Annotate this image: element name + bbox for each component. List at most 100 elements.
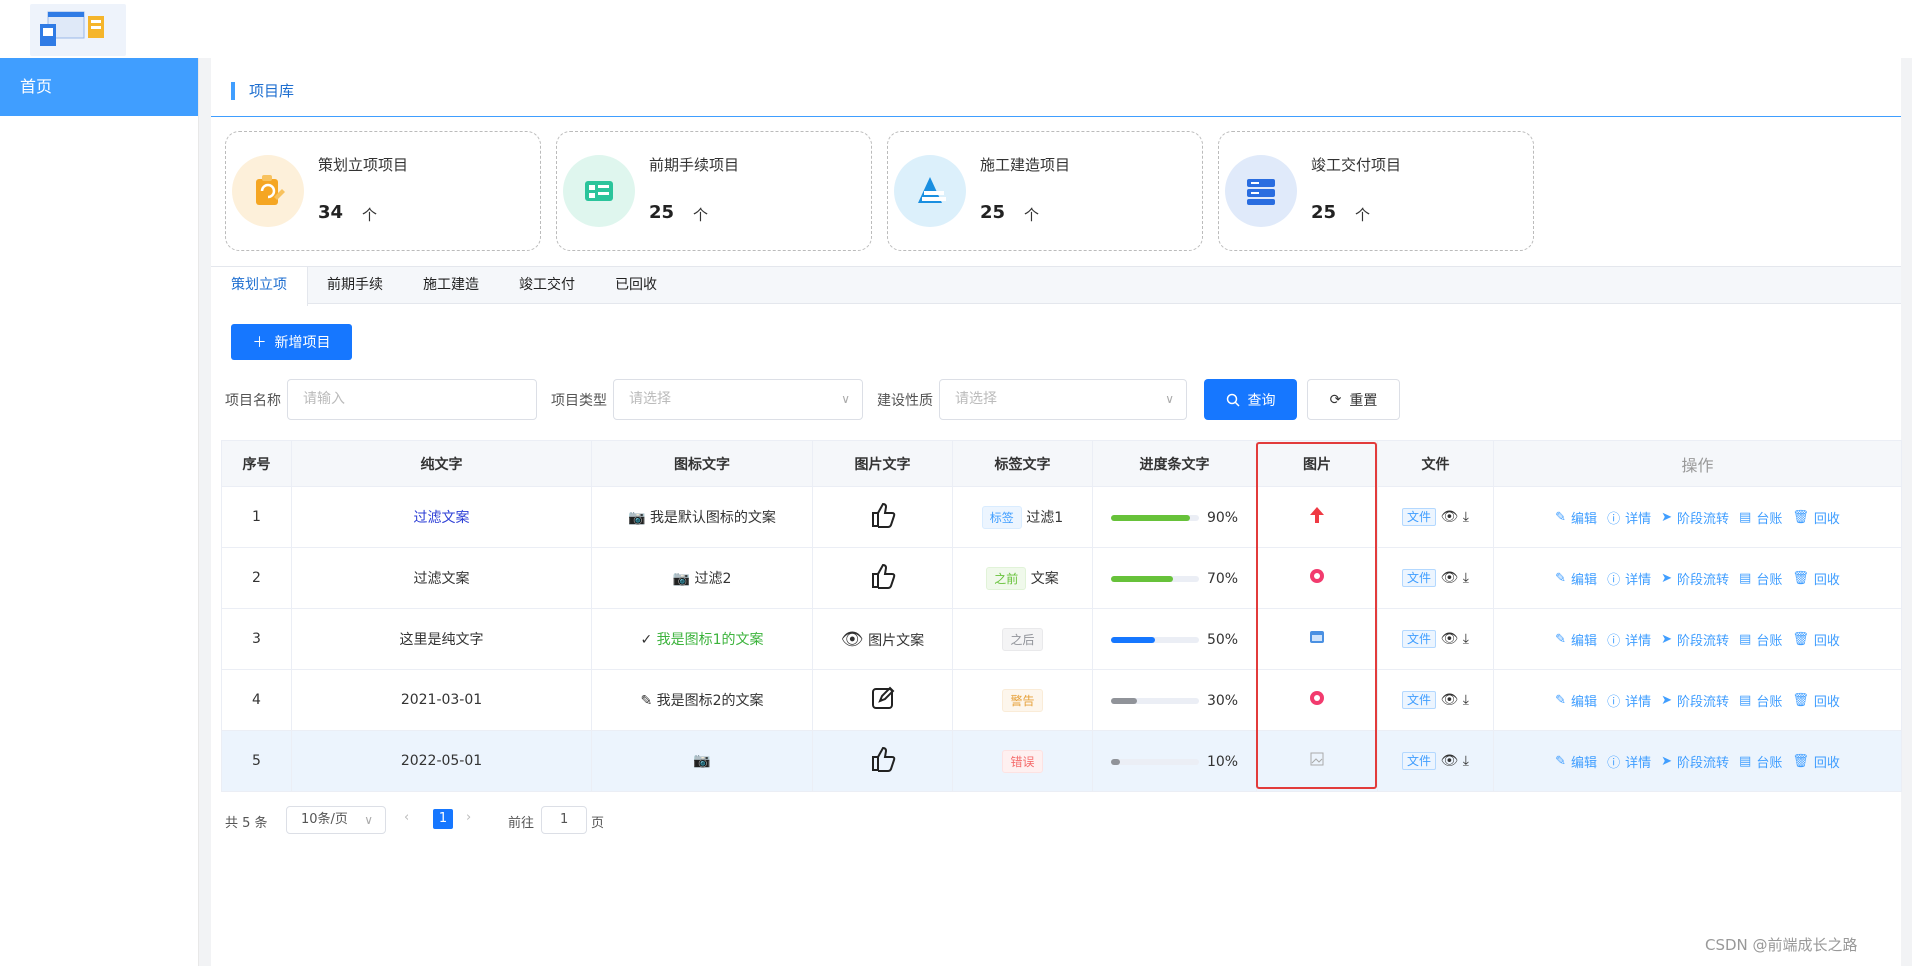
recycle-button[interactable]: 🗑 回收 [1792,752,1840,771]
recycle-button[interactable]: 🗑 回收 [1792,569,1840,588]
file-tag[interactable]: 文件 [1402,630,1437,648]
download-icon[interactable]: ⤓ [1463,692,1469,708]
detail-button[interactable]: ⓘ 详情 [1607,691,1651,710]
ledger-button[interactable]: ▤ 台账 [1739,630,1782,649]
edit-icon: ✎ [1555,570,1567,586]
info-icon: ⓘ [1607,694,1621,710]
tag-cell: 之后 [952,608,1093,670]
stat-unit: 个 [1024,206,1040,224]
construction-nature-select[interactable]: 请选择 ∨ [939,379,1187,420]
stage-transfer-button[interactable]: ➤ 阶段流转 [1661,630,1729,649]
stage-transfer-button[interactable]: ➤ 阶段流转 [1661,752,1729,771]
text-link[interactable]: 过滤文案 [414,510,470,526]
eye-icon[interactable]: 👁 [1441,631,1459,647]
tab-recycled[interactable]: 已回收 [595,267,677,305]
query-button[interactable]: 查询 [1204,379,1297,420]
stage-transfer-button[interactable]: ➤ 阶段流转 [1661,691,1729,710]
detail-button[interactable]: ⓘ 详情 [1607,752,1651,771]
stage-transfer-button[interactable]: ➤ 阶段流转 [1661,569,1729,588]
actions-cell: ✎ 编辑 ⓘ 详情 ➤ 阶段流转 ▤ 台账 🗑 回收 [1493,669,1902,731]
edit-icon: ✎ [1555,509,1567,525]
ledger-button[interactable]: ▤ 台账 [1739,508,1782,527]
file-tag[interactable]: 文件 [1402,691,1437,709]
eye-icon[interactable]: 👁 [1441,753,1459,769]
info-icon: ⓘ [1607,755,1621,771]
reset-button[interactable]: ⟳ 重置 [1307,379,1400,420]
tag-extra: 文案 [1030,570,1059,587]
edit-button[interactable]: ✎ 编辑 [1555,630,1597,649]
ledger-button[interactable]: ▤ 台账 [1739,569,1782,588]
eye-icon[interactable]: 👁 [1441,509,1459,525]
edit-icon: ✎ [1555,753,1567,769]
progress-bar [1110,575,1199,582]
thumbs-up-icon [871,746,895,772]
download-icon[interactable]: ⤓ [1463,570,1469,586]
detail-button[interactable]: ⓘ 详情 [1607,630,1651,649]
detail-button[interactable]: ⓘ 详情 [1607,508,1651,527]
download-icon[interactable]: ⤓ [1463,509,1469,525]
tab-preliminary[interactable]: 前期手续 [307,267,403,305]
file-tag[interactable]: 文件 [1402,752,1437,770]
edit-icon: ✎ [1555,631,1567,647]
row-no: 3 [221,608,292,670]
download-icon[interactable]: ⤓ [1463,753,1469,769]
icon-text-cell: 📷 我是默认图标的文案 [591,486,813,548]
stat-card-completion[interactable]: 竣工交付项目 25 个 [1218,131,1534,251]
icon-text-cell: 📷 过滤2 [591,547,813,609]
edit-button[interactable]: ✎ 编辑 [1555,508,1597,527]
recycle-button[interactable]: 🗑 回收 [1792,630,1840,649]
edit-button[interactable]: ✎ 编辑 [1555,691,1597,710]
recycle-button[interactable]: 🗑 回收 [1792,508,1840,527]
tab-construction[interactable]: 施工建造 [403,267,499,305]
search-icon [1226,393,1240,407]
file-cell: 文件 👁 ⤓ [1377,547,1494,609]
file-cell: 文件 👁 ⤓ [1377,608,1494,670]
tab-completion[interactable]: 竣工交付 [499,267,595,305]
ledger-button[interactable]: ▤ 台账 [1739,752,1782,771]
stat-card-planning[interactable]: 策划立项项目 34 个 [225,131,541,251]
detail-label: 详情 [1625,694,1652,710]
edit-label: 编辑 [1571,572,1598,588]
edit-button[interactable]: ✎ 编辑 [1555,569,1597,588]
file-tag[interactable]: 文件 [1402,569,1437,587]
eye-icon[interactable]: 👁 [1441,692,1459,708]
goto-page-input[interactable]: 1 [541,806,587,834]
table-row: 1 过滤文案 📷 我是默认图标的文案 标签 过滤1 90% 文件 👁 ⤓ ✎ 编辑… [221,486,1902,548]
stage-transfer-button[interactable]: ➤ 阶段流转 [1661,508,1729,527]
recycle-label: 回收 [1813,755,1840,771]
stat-icon-bg [894,155,966,227]
icon-text-cell: ✓ 我是图标1的文案 [591,608,813,670]
stat-name: 前期手续项目 [649,156,740,174]
progress-bar [1110,697,1199,704]
ledger-label: 台账 [1756,694,1783,710]
current-page[interactable]: 1 [433,809,453,829]
app-logo[interactable] [30,4,126,56]
detail-button[interactable]: ⓘ 详情 [1607,569,1651,588]
tab-planning[interactable]: 策划立项 [211,267,308,306]
download-icon[interactable]: ⤓ [1463,631,1469,647]
page-size-select[interactable]: 10条/页 ∨ [286,806,386,834]
stat-icon-bg [232,155,304,227]
chevron-down-icon: ∨ [841,392,850,406]
edit-button[interactable]: ✎ 编辑 [1555,752,1597,771]
sidebar-item-home[interactable]: 首页 [0,58,198,116]
ledger-button[interactable]: ▤ 台账 [1739,691,1782,710]
eye-icon[interactable]: 👁 [1441,570,1459,586]
image-text-cell [812,547,953,609]
document-icon: ▤ [1739,753,1752,769]
clipboard-icon [256,175,285,205]
recycle-button[interactable]: 🗑 回收 [1792,691,1840,710]
document-icon: ▤ [1739,570,1752,586]
project-name-input[interactable]: 请输入 [287,379,537,420]
next-page-button[interactable]: › [466,810,471,825]
project-type-select[interactable]: 请选择 ∨ [613,379,863,420]
stat-card-construction[interactable]: 施工建造项目 25 个 [887,131,1203,251]
prev-page-button[interactable]: ‹ [404,810,409,825]
add-project-button[interactable]: ＋ 新增项目 [231,324,352,360]
stat-name: 施工建造项目 [980,156,1071,174]
progress-text: 90% [1206,509,1239,526]
table-row: 3 这里是纯文字 ✓ 我是图标1的文案 👁 图片文案 之后 50% 文件 👁 ⤓… [221,608,1902,670]
add-project-label: 新增项目 [274,335,331,351]
file-tag[interactable]: 文件 [1402,508,1437,526]
stat-card-preliminary[interactable]: 前期手续项目 25 个 [556,131,872,251]
